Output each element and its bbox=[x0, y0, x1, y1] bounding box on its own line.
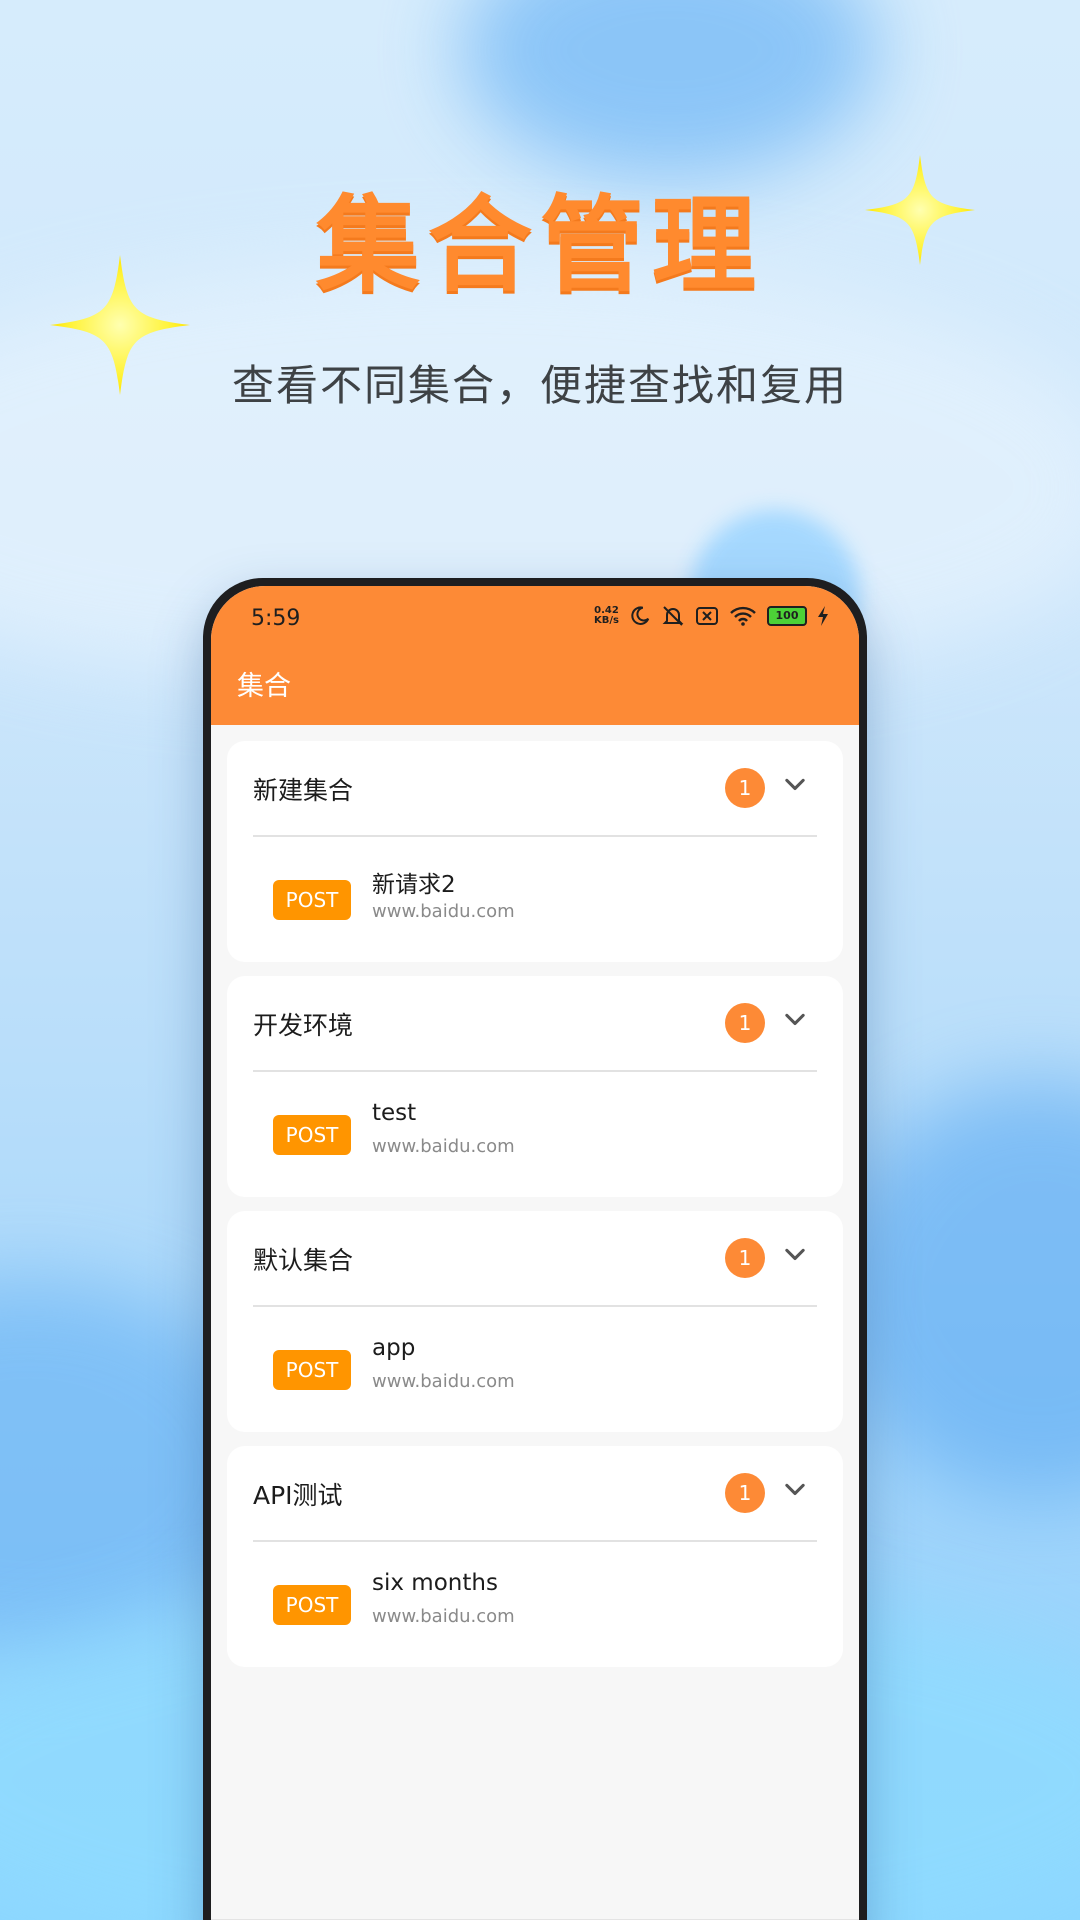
request-name: six months bbox=[372, 1570, 498, 1596]
collection-header[interactable]: API测试 1 bbox=[253, 1446, 817, 1542]
count-badge: 1 bbox=[725, 1238, 765, 1278]
method-tag: POST bbox=[273, 1350, 351, 1390]
count-badge: 1 bbox=[725, 1003, 765, 1043]
count-badge: 1 bbox=[725, 1473, 765, 1513]
request-item[interactable]: POST 新请求2 www.baidu.com bbox=[227, 837, 843, 962]
request-url: www.baidu.com bbox=[372, 1606, 515, 1627]
collection-header[interactable]: 开发环境 1 bbox=[253, 976, 817, 1072]
collection-card: 开发环境 1 POST test www.baidu.com bbox=[227, 976, 843, 1197]
request-name: 新请求2 bbox=[372, 872, 456, 898]
hero-subtitle: 查看不同集合，便捷查找和复用 bbox=[231, 361, 848, 410]
collection-name: 新建集合 bbox=[253, 776, 354, 805]
background-blob bbox=[460, 0, 880, 180]
request-url: www.baidu.com bbox=[372, 1136, 515, 1157]
page-title: 集合 bbox=[237, 671, 291, 702]
collection-name: 开发环境 bbox=[253, 1011, 354, 1040]
background-blob bbox=[830, 1080, 1080, 1500]
hero-title: 集合管理 bbox=[315, 184, 764, 306]
promo-page: 集合管理 查看不同集合，便捷查找和复用 5:59 0.42 KB/s 100 集… bbox=[0, 0, 1080, 1920]
collection-card: API测试 1 POST six months www.baidu.com bbox=[227, 1446, 843, 1667]
bell-off-icon bbox=[662, 606, 684, 626]
chevron-down-icon[interactable] bbox=[781, 1241, 809, 1269]
method-tag: POST bbox=[273, 1585, 351, 1625]
collection-card: 默认集合 1 POST app www.baidu.com bbox=[227, 1211, 843, 1432]
wifi-icon bbox=[730, 606, 756, 626]
collection-name: API测试 bbox=[253, 1481, 343, 1510]
method-tag: POST bbox=[273, 1115, 351, 1155]
method-tag: POST bbox=[273, 880, 351, 920]
collection-name: 默认集合 bbox=[253, 1246, 354, 1275]
chevron-down-icon[interactable] bbox=[781, 1476, 809, 1504]
sim-x-icon bbox=[696, 607, 718, 625]
collection-header[interactable]: 默认集合 1 bbox=[253, 1211, 817, 1307]
request-item[interactable]: POST six months www.baidu.com bbox=[227, 1542, 843, 1667]
network-speed-unit: KB/s bbox=[594, 615, 619, 626]
request-name: app bbox=[372, 1335, 416, 1361]
moon-icon bbox=[631, 606, 650, 625]
count-badge: 1 bbox=[725, 768, 765, 808]
status-time: 5:59 bbox=[251, 606, 301, 631]
collection-card: 新建集合 1 POST 新请求2 www.baidu.com bbox=[227, 741, 843, 962]
status-icons: 0.42 KB/s 100 bbox=[594, 604, 829, 628]
app-bar: 5:59 0.42 KB/s 100 集合 bbox=[211, 586, 859, 725]
chevron-down-icon[interactable] bbox=[781, 1006, 809, 1034]
request-url: www.baidu.com bbox=[372, 901, 515, 922]
app-screen: 5:59 0.42 KB/s 100 集合 新建集合 1 POST 新请求2 w… bbox=[211, 586, 859, 1920]
chevron-down-icon[interactable] bbox=[781, 771, 809, 799]
battery-indicator: 100 bbox=[767, 606, 807, 626]
request-item[interactable]: POST test www.baidu.com bbox=[227, 1072, 843, 1197]
request-item[interactable]: POST app www.baidu.com bbox=[227, 1307, 843, 1432]
network-speed: 0.42 KB/s bbox=[594, 606, 619, 626]
lightning-icon bbox=[818, 606, 828, 626]
collection-header[interactable]: 新建集合 1 bbox=[253, 741, 817, 837]
request-url: www.baidu.com bbox=[372, 1371, 515, 1392]
collection-list: 新建集合 1 POST 新请求2 www.baidu.com 开发环境 1 PO… bbox=[211, 725, 859, 1667]
request-name: test bbox=[372, 1100, 417, 1126]
phone-frame: 5:59 0.42 KB/s 100 集合 新建集合 1 POST 新请求2 w… bbox=[203, 578, 867, 1920]
